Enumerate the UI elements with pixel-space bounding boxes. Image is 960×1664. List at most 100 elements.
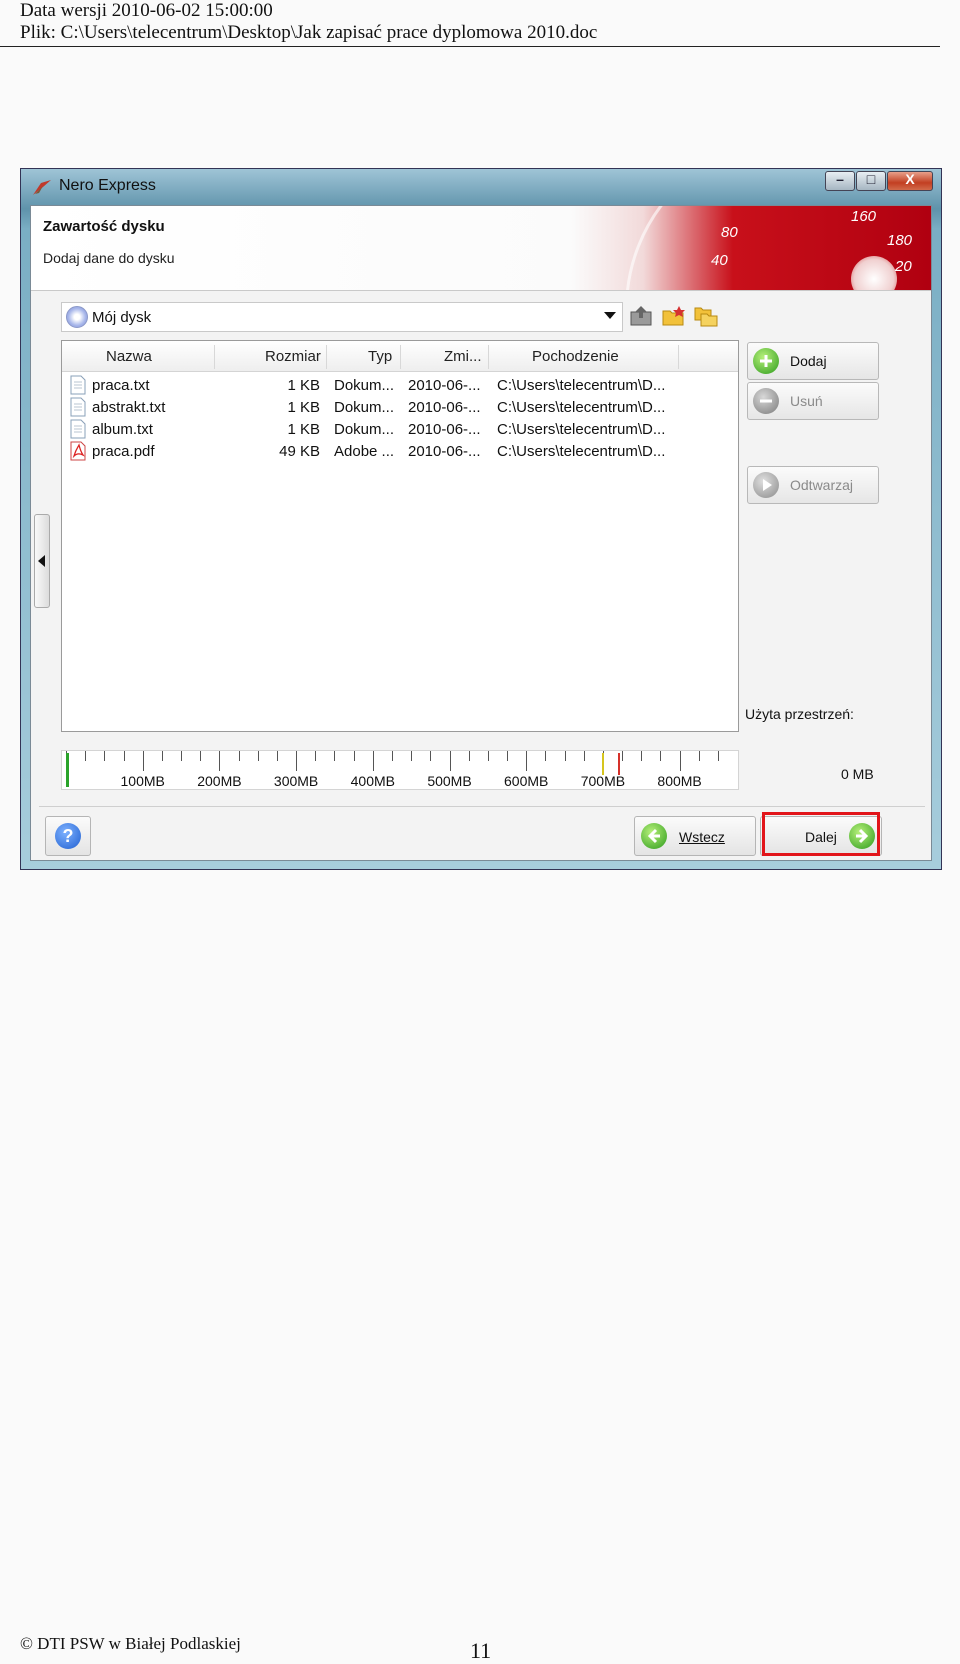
remove-button-label: Usuń xyxy=(790,393,823,409)
ruler-tick xyxy=(679,751,681,771)
help-button[interactable]: ? xyxy=(45,816,91,856)
back-button-label: Wstecz xyxy=(679,829,725,845)
back-button[interactable]: Wstecz xyxy=(634,816,756,856)
ruler-tick xyxy=(468,751,470,761)
file-origin: C:\Users\telecentrum\D... xyxy=(497,443,666,460)
ruler-label: 300MB xyxy=(273,773,319,789)
capacity-marker-yellow xyxy=(602,753,604,775)
folder-up-icon[interactable] xyxy=(629,304,655,328)
table-row[interactable]: praca.pdf 49 KB Adobe ... 2010-06-... C:… xyxy=(62,441,738,463)
column-header-origin[interactable]: Pochodzenie xyxy=(532,348,619,365)
page-subtitle: Dodaj dane do dysku xyxy=(43,250,175,266)
column-separator[interactable] xyxy=(678,345,679,369)
file-type: Dokum... xyxy=(334,399,395,416)
disc-name-combobox[interactable]: Mój dysk xyxy=(61,302,623,332)
chevron-down-icon[interactable] xyxy=(604,312,616,319)
column-separator[interactable] xyxy=(214,345,215,369)
column-header-modified[interactable]: Zmi... xyxy=(444,348,482,365)
column-separator[interactable] xyxy=(326,345,327,369)
play-icon xyxy=(753,472,779,498)
file-modified: 2010-06-... xyxy=(408,421,481,438)
ruler-tick xyxy=(449,751,451,771)
maximize-button[interactable]: □ xyxy=(856,171,886,191)
ruler-tick xyxy=(583,751,585,761)
table-row[interactable]: abstrakt.txt 1 KB Dokum... 2010-06-... C… xyxy=(62,397,738,419)
gauge-number: 80 xyxy=(721,224,738,241)
file-name: praca.pdf xyxy=(92,443,155,460)
gauge-number: 160 xyxy=(851,208,877,225)
chevron-left-icon xyxy=(38,555,45,567)
ruler-tick xyxy=(85,751,87,761)
document-version-date: Data wersji 2010-06-02 15:00:00 xyxy=(20,0,273,21)
pdf-file-icon xyxy=(70,441,86,461)
column-header-type[interactable]: Typ xyxy=(368,348,392,365)
ruler-tick xyxy=(698,751,700,761)
title-bar[interactable]: Nero Express – □ X xyxy=(21,169,941,205)
remove-button[interactable]: Usuń xyxy=(747,382,879,420)
expand-panel-handle[interactable] xyxy=(34,514,50,608)
nero-express-window: Nero Express – □ X 160 180 20 80 40 Zawa… xyxy=(20,168,942,870)
file-modified: 2010-06-... xyxy=(408,399,481,416)
file-origin: C:\Users\telecentrum\D... xyxy=(497,399,666,416)
document-footer: © DTI PSW w Białej Podlaskiej xyxy=(20,1634,241,1653)
ruler-tick xyxy=(123,751,125,761)
ruler-label: 500MB xyxy=(427,773,472,789)
file-size: 1 KB xyxy=(287,377,320,394)
ruler-label: 800MB xyxy=(657,773,702,789)
file-type: Adobe ... xyxy=(334,443,395,460)
play-button[interactable]: Odtwarzaj xyxy=(747,466,879,504)
maximize-icon: □ xyxy=(866,171,876,187)
file-type: Dokum... xyxy=(334,377,395,394)
column-separator[interactable] xyxy=(488,345,489,369)
window-client-area: 160 180 20 80 40 Zawartość dysku Dodaj d… xyxy=(30,205,932,861)
ruler-tick xyxy=(411,751,413,761)
ruler-label: 100MB xyxy=(120,773,165,789)
ruler-tick xyxy=(717,751,719,761)
file-size: 49 KB xyxy=(279,443,320,460)
capacity-ruler: 100MB 200MB 300MB 400MB 500MB 600MB 700MB 800MB xyxy=(61,750,739,790)
file-type: Dokum... xyxy=(334,421,395,438)
add-button[interactable]: Dodaj xyxy=(747,342,879,380)
add-button-label: Dodaj xyxy=(790,353,827,369)
ruler-tick xyxy=(296,751,298,771)
used-space-value: 0 MB xyxy=(841,766,874,782)
ruler-tick xyxy=(372,751,374,771)
text-file-icon xyxy=(70,375,86,395)
ruler-tick xyxy=(353,751,355,761)
column-header-name[interactable]: Nazwa xyxy=(106,348,152,365)
ruler-tick xyxy=(487,751,489,761)
ruler-tick xyxy=(257,751,259,761)
close-button[interactable]: X xyxy=(887,171,933,191)
ruler-tick xyxy=(238,751,240,761)
footer-divider xyxy=(39,806,925,807)
ruler-tick xyxy=(161,751,163,761)
column-header-size[interactable]: Rozmiar xyxy=(265,348,321,365)
close-icon: X xyxy=(905,171,915,187)
minus-icon xyxy=(753,388,779,414)
minimize-button[interactable]: – xyxy=(825,171,855,191)
document-file-path: Plik: C:\Users\telecentrum\Desktop\Jak z… xyxy=(20,22,598,43)
ruler-tick xyxy=(526,751,528,771)
table-row[interactable]: album.txt 1 KB Dokum... 2010-06-... C:\U… xyxy=(62,419,738,441)
ruler-label: 700MB xyxy=(580,773,626,789)
ruler-label: 200MB xyxy=(197,773,242,789)
text-file-icon xyxy=(70,397,86,417)
ruler-tick xyxy=(104,751,106,761)
file-list-header: Nazwa Rozmiar Typ Zmi... Pochodzenie xyxy=(62,341,738,372)
gauge-number: 180 xyxy=(887,232,913,249)
new-folder-icon[interactable] xyxy=(661,304,687,328)
ruler-tick xyxy=(391,751,393,761)
file-name: abstrakt.txt xyxy=(92,399,166,416)
file-name: album.txt xyxy=(92,421,153,438)
plus-icon xyxy=(753,348,779,374)
disc-icon xyxy=(66,306,88,328)
minimize-icon: – xyxy=(836,171,844,187)
text-file-icon xyxy=(70,419,86,439)
play-button-label: Odtwarzaj xyxy=(790,477,854,493)
file-list[interactable]: Nazwa Rozmiar Typ Zmi... Pochodzenie pra… xyxy=(61,340,739,732)
table-row[interactable]: praca.txt 1 KB Dokum... 2010-06-... C:\U… xyxy=(62,375,738,397)
next-button-highlight xyxy=(762,812,880,856)
column-separator[interactable] xyxy=(400,345,401,369)
gauge-number: 20 xyxy=(895,258,912,275)
folders-icon[interactable] xyxy=(693,304,719,328)
